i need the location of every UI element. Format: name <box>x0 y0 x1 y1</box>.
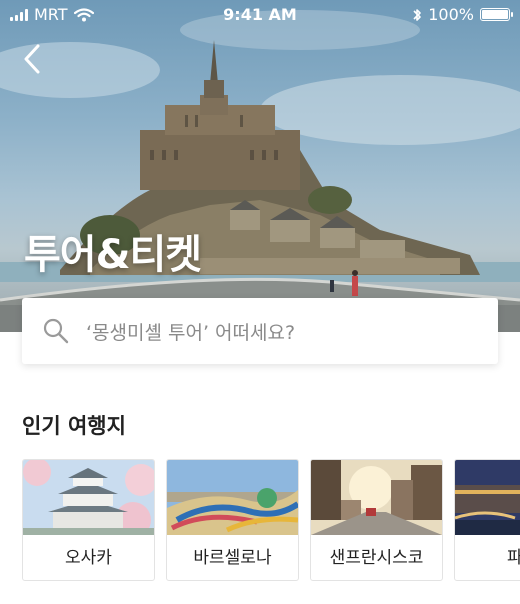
search-bar[interactable]: ‘몽생미셸 투어’ 어떠세요? <box>22 298 498 364</box>
hero-banner: MRT 9:41 AM 100% 투어&티켓 <box>0 0 520 332</box>
search-placeholder: ‘몽생미셸 투어’ 어떠세요? <box>86 321 296 344</box>
destination-label: 파 <box>455 535 520 580</box>
battery-icon <box>480 8 513 21</box>
status-bar: MRT 9:41 AM 100% <box>0 0 520 30</box>
bluetooth-icon <box>413 8 422 21</box>
chevron-left-icon <box>24 44 40 74</box>
destination-image <box>23 460 154 535</box>
search-icon <box>43 318 69 344</box>
destination-image <box>311 460 442 535</box>
destination-label: 바르셀로나 <box>193 548 272 568</box>
destination-card[interactable]: 파 <box>454 459 520 581</box>
destination-label: 샌프란시스코 <box>329 548 424 568</box>
destination-image <box>167 460 298 535</box>
section-title-popular: 인기 여행지 <box>22 414 126 438</box>
page-title: 투어&티켓 <box>24 232 202 278</box>
destination-label: 오사카 <box>65 548 112 568</box>
destination-card[interactable]: 바르셀로나 <box>166 459 299 581</box>
battery-percent: 100% <box>428 5 474 24</box>
hero-image <box>0 10 520 332</box>
destination-carousel[interactable]: 오사카 바르셀로나 샌프란시스코 <box>22 459 520 583</box>
destination-card[interactable]: 샌프란시스코 <box>310 459 443 581</box>
back-button[interactable] <box>18 42 46 76</box>
destination-card[interactable]: 오사카 <box>22 459 155 581</box>
destination-image <box>455 460 520 535</box>
